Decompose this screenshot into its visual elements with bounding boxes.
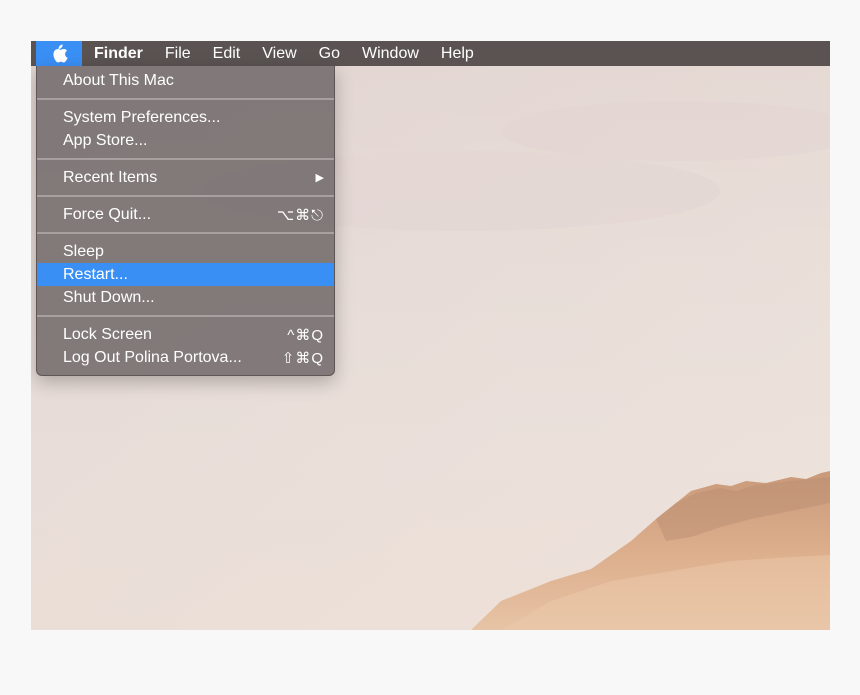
menu-item-label: About This Mac bbox=[63, 71, 174, 89]
menu-item-recent-items[interactable]: Recent Items ▶ bbox=[37, 166, 334, 189]
menu-item-lock-screen[interactable]: Lock Screen ^⌘Q bbox=[37, 323, 334, 346]
apple-menu-dropdown: About This Mac System Preferences... App… bbox=[36, 66, 335, 376]
submenu-arrow-icon: ▶ bbox=[315, 172, 324, 184]
log-out-shortcut: ⇧⌘Q bbox=[281, 349, 324, 367]
lock-screen-shortcut: ^⌘Q bbox=[287, 326, 324, 344]
menu-item-about-this-mac[interactable]: About This Mac bbox=[37, 69, 334, 92]
menu-item-label: Force Quit... bbox=[63, 205, 152, 223]
apple-menu-button[interactable] bbox=[36, 41, 82, 66]
menu-item-label: App Store... bbox=[63, 131, 148, 149]
menu-separator bbox=[37, 98, 334, 100]
force-quit-shortcut: ⌥⌘⎋ bbox=[276, 206, 324, 224]
menu-item-label: Recent Items bbox=[63, 168, 158, 186]
menu-item-force-quit[interactable]: Force Quit... ⌥⌘⎋ bbox=[37, 203, 334, 226]
menu-item-label: Sleep bbox=[63, 242, 104, 260]
menubar-app-finder[interactable]: Finder bbox=[82, 41, 154, 66]
menu-item-shut-down[interactable]: Shut Down... bbox=[37, 286, 334, 309]
menubar-window[interactable]: Window bbox=[351, 41, 430, 66]
menu-item-label: Lock Screen bbox=[63, 325, 152, 343]
menu-item-label: Shut Down... bbox=[63, 288, 155, 306]
menu-bar: Finder File Edit View Go Window Help bbox=[31, 41, 830, 66]
menu-item-log-out[interactable]: Log Out Polina Portova... ⇧⌘Q bbox=[37, 346, 334, 369]
menubar-view[interactable]: View bbox=[251, 41, 307, 66]
menu-separator bbox=[37, 195, 334, 197]
menubar-edit[interactable]: Edit bbox=[202, 41, 252, 66]
menu-item-app-store[interactable]: App Store... bbox=[37, 129, 334, 152]
menu-separator bbox=[37, 232, 334, 234]
menu-item-restart[interactable]: Restart... bbox=[37, 263, 334, 286]
menu-item-label: Restart... bbox=[63, 265, 128, 283]
menubar-help[interactable]: Help bbox=[430, 41, 485, 66]
menu-item-label: Log Out Polina Portova... bbox=[63, 348, 242, 366]
menu-item-sleep[interactable]: Sleep bbox=[37, 240, 334, 263]
menu-separator bbox=[37, 158, 334, 160]
menu-item-label: System Preferences... bbox=[63, 108, 221, 126]
apple-logo-icon bbox=[52, 44, 68, 63]
menubar-file[interactable]: File bbox=[154, 41, 202, 66]
desktop-screen: Finder File Edit View Go Window Help Abo… bbox=[31, 41, 830, 630]
menubar-go[interactable]: Go bbox=[308, 41, 351, 66]
menu-separator bbox=[37, 315, 334, 317]
menu-item-system-preferences[interactable]: System Preferences... bbox=[37, 106, 334, 129]
